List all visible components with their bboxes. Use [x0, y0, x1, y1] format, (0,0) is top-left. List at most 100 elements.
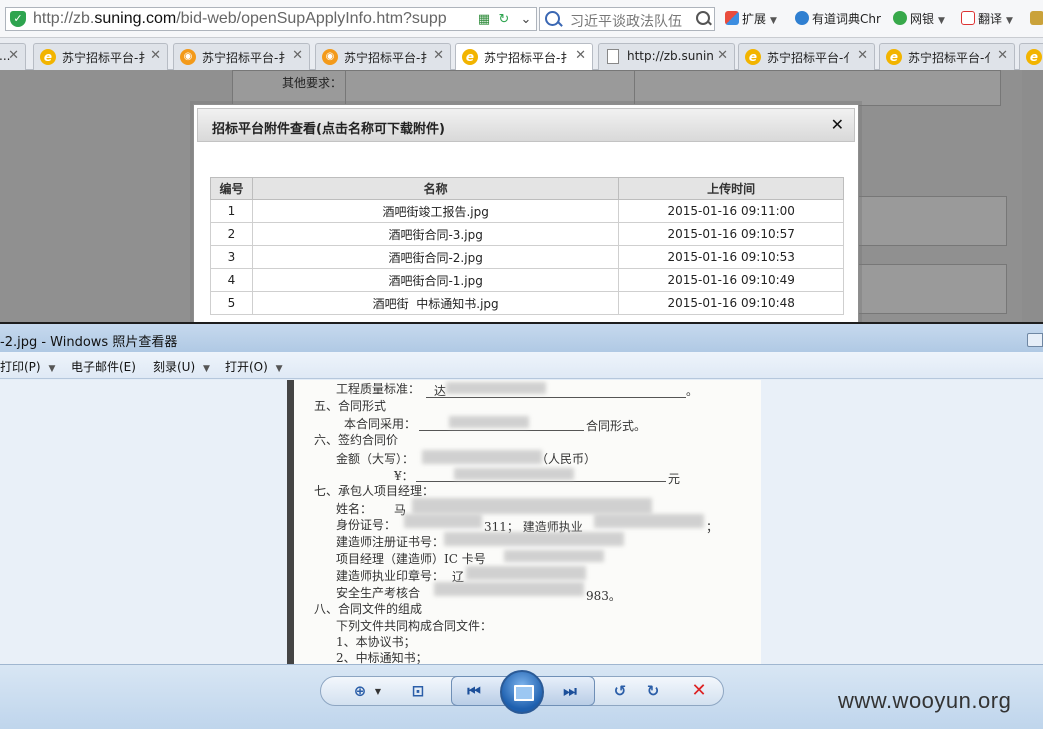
menu-burn[interactable]: 刻录(U) ▼	[153, 358, 210, 375]
url-text: http://zb.suning.com/bid-web/openSupAppl…	[33, 10, 447, 27]
close-icon[interactable]: ✕	[433, 48, 444, 63]
underline	[416, 481, 666, 482]
redaction-blur	[404, 514, 482, 528]
rotate-left-icon[interactable]: ↺	[610, 682, 630, 700]
watermark-text: www.wooyun.org	[838, 688, 1012, 713]
chevron-down-icon[interactable]: ▼	[938, 16, 945, 26]
search-icon[interactable]	[696, 11, 710, 25]
previous-icon[interactable]: ⏮	[464, 682, 484, 700]
tab-label: http://zb.sunin	[627, 49, 714, 63]
tab-0[interactable]: ... ✕	[0, 43, 26, 70]
tab-label: 苏宁招标平台-扌	[202, 51, 291, 65]
row-number: 1	[210, 199, 253, 223]
doc-line: 建造师执业印章号：	[336, 569, 445, 583]
table-row: 2 酒吧街合同-3.jpg 2015-01-16 09:10:57	[210, 222, 844, 246]
doc-line: 本合同采用：	[344, 417, 417, 431]
redaction-blur	[434, 582, 584, 596]
other-requirements-label: 其他要求：	[282, 76, 343, 90]
attachment-table: 编号 名称 上传时间 1 酒吧街竣工报告.jpg 2015-01-16 09:1…	[210, 177, 844, 315]
tab-6[interactable]: e 苏宁招标平台-亻 ✕	[738, 43, 875, 70]
translate-button[interactable]: 翻译 ▼	[961, 10, 1013, 28]
ie-icon: e	[40, 49, 56, 65]
close-icon[interactable]: ✕	[831, 115, 844, 134]
compat-mode-icon[interactable]: ▦	[476, 12, 492, 28]
dictionary-icon	[795, 11, 809, 25]
doc-line: 身份证号：	[336, 518, 397, 532]
viewer-menu-bar: 打印(P) ▼ 电子邮件(E) 刻录(U) ▼ 打开(O) ▼	[0, 352, 1043, 379]
doc-line: 1、本协议书；	[336, 635, 416, 649]
file-name-link[interactable]: 酒吧街合同-2.jpg	[251, 245, 620, 269]
translate-label: 翻译	[978, 12, 1003, 26]
lock-shape	[1030, 11, 1043, 25]
dictionary-button[interactable]: 有道词典Chr	[795, 10, 881, 28]
menu-print[interactable]: 打印(P) ▼	[0, 358, 55, 375]
search-input[interactable]: 习近平谈政法队伍	[539, 7, 715, 31]
redaction-blur	[454, 468, 574, 480]
contract-document-image: 工程质量标准： 达 。 五、合同形式 本合同采用： 合同形式。 六、签约合同价 …	[287, 380, 761, 664]
refresh-icon[interactable]: ↻	[496, 12, 512, 28]
redaction-blur	[444, 532, 624, 546]
menu-email[interactable]: 电子邮件(E)	[71, 358, 136, 375]
form-cell	[634, 70, 1001, 106]
redaction-blur	[412, 498, 652, 514]
close-icon[interactable]: ✕	[8, 48, 19, 63]
redaction-blur	[504, 550, 604, 562]
doc-line: 八、合同文件的组成	[314, 602, 423, 616]
actual-size-icon[interactable]: ⊡	[408, 682, 428, 700]
doc-line: 六、签约合同价	[314, 433, 399, 447]
tab-7[interactable]: e 苏宁招标平台-亻 ✕	[879, 43, 1015, 70]
rotate-right-icon[interactable]: ↻	[643, 682, 663, 700]
doc-line: 七、承包人项目经理：	[314, 484, 435, 498]
search-text: 习近平谈政法队伍	[570, 14, 682, 30]
file-name-link[interactable]: 酒吧街竣工报告.jpg	[251, 199, 620, 223]
tab-label: 苏宁招标平台-亻	[767, 51, 856, 65]
upload-time: 2015-01-16 09:10:53	[618, 245, 844, 269]
doc-line: 2、中标通知书；	[336, 651, 428, 664]
upload-time: 2015-01-16 09:10:48	[618, 291, 844, 315]
menu-open[interactable]: 打开(O) ▼	[225, 358, 283, 375]
file-name-link[interactable]: 酒吧街合同-1.jpg	[251, 268, 620, 292]
image-canvas[interactable]: 工程质量标准： 达 。 五、合同形式 本合同采用： 合同形式。 六、签约合同价 …	[0, 380, 1043, 664]
viewer-title: -2.jpg - Windows 照片查看器	[0, 335, 178, 350]
doc-line: 。	[686, 384, 699, 398]
underline	[426, 397, 686, 398]
file-name-link[interactable]: 酒吧街合同-3.jpg	[251, 222, 620, 246]
attachment-dialog: 招标平台附件查看(点击名称可下载附件) ✕ 编号 名称 上传时间 1 酒吧街竣工…	[193, 104, 859, 324]
zoom-icon[interactable]: ⊕	[350, 682, 370, 700]
viewer-title-bar[interactable]: -2.jpg - Windows 照片查看器	[0, 322, 1043, 352]
tab-1[interactable]: e 苏宁招标平台-扌 ✕	[33, 43, 168, 70]
bank-label: 网银	[910, 12, 935, 26]
next-icon[interactable]: ⏭	[560, 682, 580, 700]
chevron-down-icon[interactable]: ▼	[770, 16, 777, 26]
bank-button[interactable]: 网银 ▼	[893, 10, 945, 28]
slideshow-icon[interactable]	[500, 670, 544, 714]
chevron-down-icon: ▼	[275, 364, 283, 374]
menu-burn-label: 刻录(U)	[153, 360, 196, 374]
chevron-down-icon: ▼	[48, 364, 56, 374]
chevron-down-icon[interactable]: ▼	[368, 683, 388, 701]
close-icon[interactable]: ✕	[997, 48, 1008, 63]
tab-label: 苏宁招标平台-扌	[484, 51, 573, 65]
window-control-icon[interactable]	[1027, 333, 1043, 347]
tab-8[interactable]: e	[1019, 43, 1043, 70]
doc-line: （人民币）	[536, 452, 597, 466]
tab-2[interactable]: ◉ 苏宁招标平台-扌 ✕	[173, 43, 310, 70]
url-input[interactable]: ✓ http://zb.suning.com/bid-web/openSupAp…	[5, 7, 537, 31]
close-icon[interactable]: ✕	[717, 48, 728, 63]
tab-3[interactable]: ◉ 苏宁招标平台-扌 ✕	[315, 43, 451, 70]
tab-5[interactable]: http://zb.sunin ✕	[598, 43, 735, 70]
tab-4-active[interactable]: e 苏宁招标平台-扌 ✕	[455, 43, 593, 71]
file-name-link[interactable]: 酒吧街 中标通知书.jpg	[251, 291, 620, 315]
close-icon[interactable]: ✕	[292, 48, 303, 63]
close-icon[interactable]: ✕	[150, 48, 161, 63]
chevron-down-icon[interactable]: ⌄	[518, 12, 534, 28]
lock-icon[interactable]	[1030, 10, 1043, 28]
tab-label: 苏宁招标平台-亻	[908, 51, 997, 65]
extensions-button[interactable]: 扩展 ▼	[725, 10, 777, 28]
delete-icon[interactable]: ✕	[689, 682, 709, 700]
close-icon[interactable]: ✕	[857, 48, 868, 63]
translate-icon	[961, 11, 975, 25]
security-shield-icon: ✓	[10, 11, 26, 27]
close-icon[interactable]: ✕	[575, 48, 586, 63]
chevron-down-icon[interactable]: ▼	[1006, 16, 1013, 26]
